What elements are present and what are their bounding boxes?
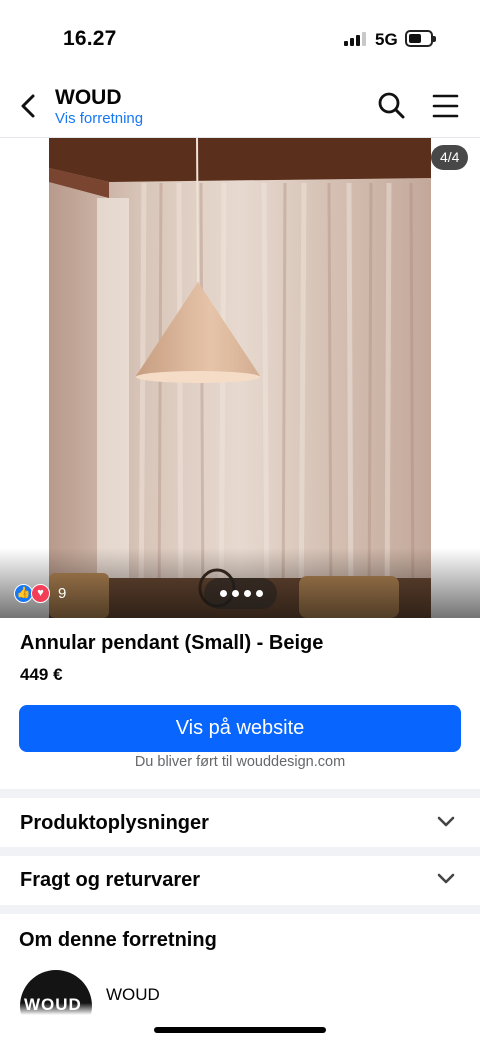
pager-dot[interactable]: [256, 590, 263, 597]
product-title: Annular pendant (Small) - Beige: [20, 632, 324, 654]
hamburger-menu-icon: [432, 94, 459, 118]
shipping-returns-row[interactable]: Fragt og returvarer: [0, 856, 480, 904]
battery-icon: [405, 30, 436, 47]
section-divider: [0, 847, 480, 856]
shop-name[interactable]: WOUD: [106, 985, 160, 1005]
section-divider: [0, 789, 480, 798]
signal-icon: [344, 32, 368, 46]
product-details-row[interactable]: Produktoplysninger: [0, 799, 480, 847]
pendant-lamp-photo: [49, 138, 431, 618]
product-image[interactable]: [49, 138, 431, 618]
search-button[interactable]: [376, 90, 408, 122]
pager-dot[interactable]: [244, 590, 251, 597]
chevron-down-icon: [437, 873, 455, 884]
home-indicator[interactable]: [154, 1027, 326, 1033]
pager-dot[interactable]: [220, 590, 227, 597]
menu-button[interactable]: [430, 92, 462, 120]
chevron-left-icon: [21, 94, 35, 118]
shipping-returns-label: Fragt og returvarer: [20, 869, 201, 891]
bottom-fade: [0, 1003, 480, 1044]
pager-dot[interactable]: [232, 590, 239, 597]
redirect-note: Du bliver ført til wouddesign.com: [134, 754, 346, 770]
chevron-down-icon: [437, 816, 455, 827]
status-time: 16.27: [63, 27, 117, 50]
product-price: 449 €: [20, 665, 63, 684]
search-icon: [378, 92, 405, 119]
about-shop-title: Om denne forretning: [19, 929, 217, 951]
network-type: 5G: [375, 30, 398, 49]
view-on-website-button[interactable]: Vis på website: [19, 705, 461, 752]
status-bar: 16.27 5G: [0, 0, 480, 78]
love-icon: ♥: [31, 584, 50, 603]
image-pager-dots[interactable]: [204, 578, 277, 609]
section-divider: [0, 905, 480, 914]
product-details-label: Produktoplysninger: [20, 812, 209, 834]
image-counter: 4/4: [431, 145, 469, 170]
page-title: WOUD: [55, 86, 122, 109]
page-header: WOUD Vis forretning: [0, 78, 480, 138]
reaction-count: 9: [58, 585, 67, 602]
back-button[interactable]: [14, 90, 44, 122]
view-shop-link[interactable]: Vis forretning: [55, 110, 143, 127]
